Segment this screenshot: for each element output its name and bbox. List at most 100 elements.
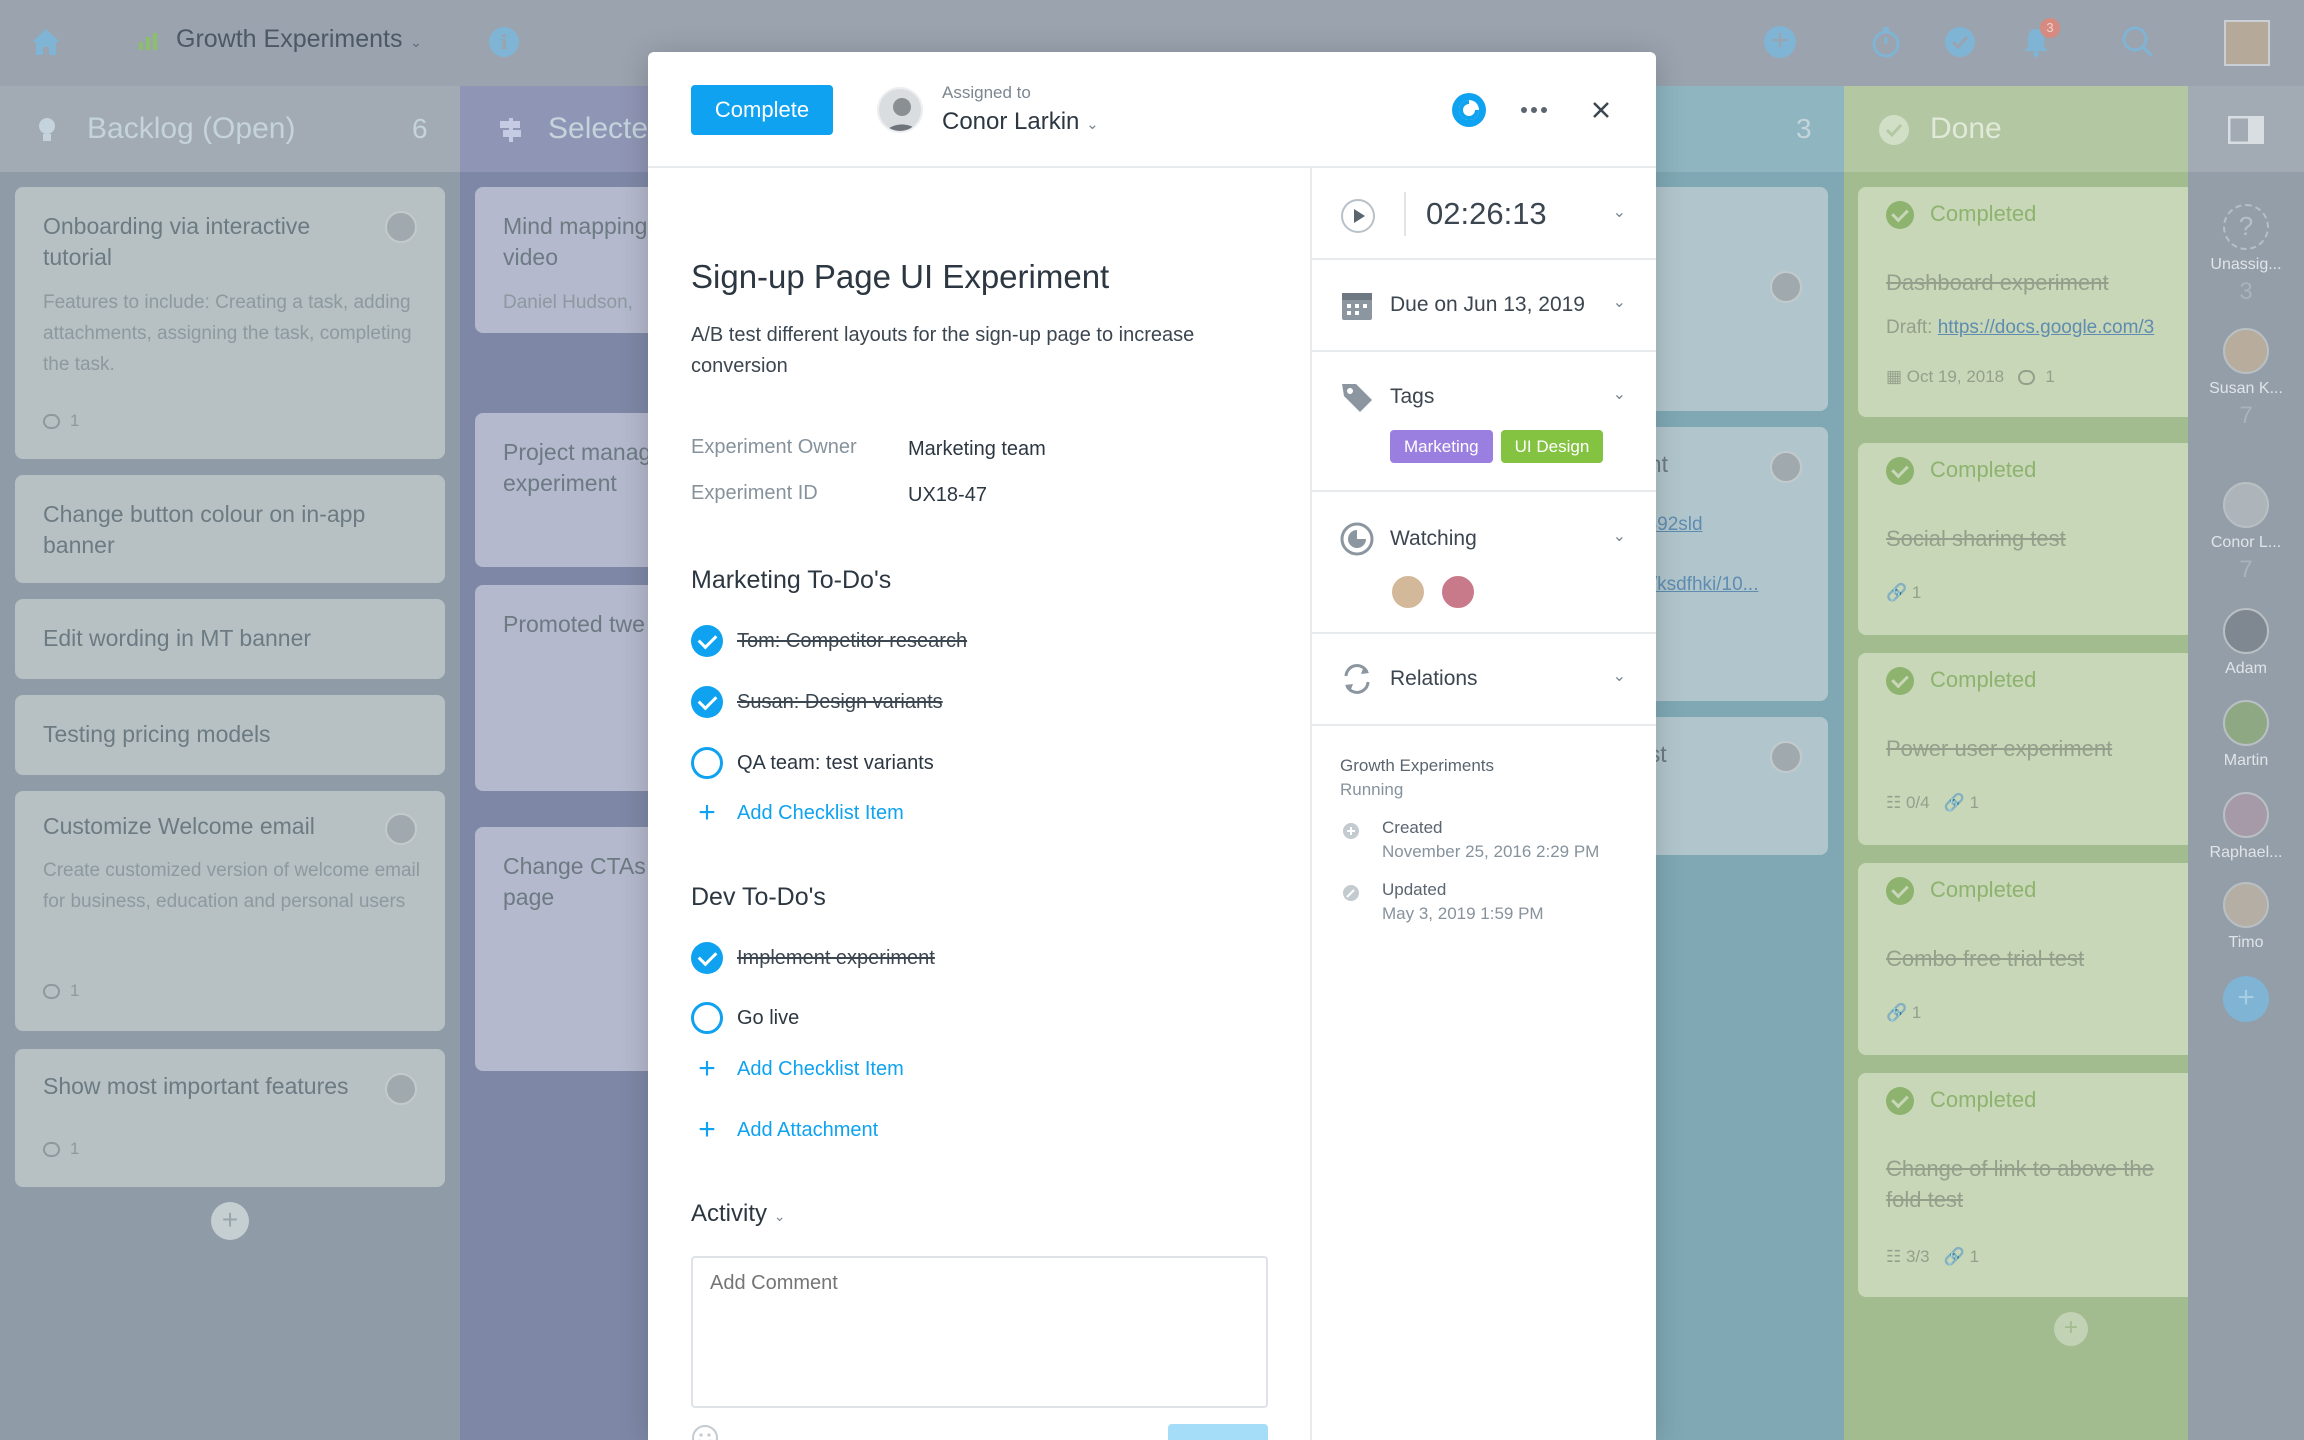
task-title[interactable]: Sign-up Page UI Experiment bbox=[691, 258, 1109, 296]
task-card[interactable]: Change button colour on in-app banner bbox=[15, 475, 445, 583]
checklist-item[interactable]: Susan: Design variants bbox=[691, 685, 943, 719]
home-icon[interactable] bbox=[26, 22, 66, 62]
task-sidebar: 02:26:13 ⌄ Due on Jun 13, 2019 ⌄ Tags ⌄ … bbox=[1310, 168, 1656, 1440]
assignee-avatar bbox=[1770, 741, 1802, 773]
task-card[interactable]: Onboarding via interactive tutorial Feat… bbox=[15, 187, 445, 459]
checklist-item[interactable]: QA team: test variants bbox=[691, 746, 934, 780]
assignee-dropdown[interactable]: Conor Larkin ⌄ bbox=[942, 108, 1099, 136]
checklist-heading[interactable]: Dev To-Do's bbox=[691, 883, 826, 912]
task-card[interactable]: Change CTAs page bbox=[475, 827, 665, 1071]
member-susan[interactable]: Susan K... 7 bbox=[2188, 328, 2304, 430]
chevron-down-icon: ⌄ bbox=[1086, 116, 1099, 133]
info-icon[interactable]: i bbox=[484, 22, 524, 62]
chevron-down-icon[interactable]: ⌄ bbox=[1613, 666, 1626, 686]
checkbox-checked[interactable] bbox=[691, 625, 723, 657]
member-timo[interactable]: Timo bbox=[2188, 882, 2304, 952]
checklist-item-text: QA team: test variants bbox=[737, 751, 934, 774]
field-value[interactable]: UX18-47 bbox=[908, 484, 987, 507]
field-value[interactable]: Marketing team bbox=[908, 438, 1046, 461]
completed-check-icon bbox=[1886, 201, 1914, 230]
checkbox-checked[interactable] bbox=[691, 942, 723, 974]
task-card[interactable]: Show most important features 1 bbox=[15, 1049, 445, 1187]
task-card[interactable]: Completed Combo free trial test 🔗 1 bbox=[1858, 863, 2194, 1055]
card-title: Change CTAs page bbox=[503, 853, 646, 910]
search-icon[interactable] bbox=[2118, 22, 2158, 62]
user-avatar[interactable] bbox=[2224, 20, 2270, 66]
panel-toggle-icon[interactable] bbox=[2227, 115, 2265, 149]
chevron-down-icon[interactable]: ⌄ bbox=[396, 22, 436, 62]
completed-check-icon bbox=[1886, 667, 1914, 696]
activity-dropdown[interactable]: Activity ⌄ bbox=[691, 1200, 785, 1228]
field-label: Experiment ID bbox=[691, 482, 818, 504]
task-card[interactable]: Promoted twe bbox=[475, 585, 665, 791]
emoji-icon[interactable] bbox=[691, 1424, 719, 1440]
assignee-avatar[interactable] bbox=[877, 87, 923, 133]
watcher-avatar[interactable] bbox=[1440, 574, 1476, 610]
add-member-button[interactable]: + bbox=[2188, 976, 2304, 1022]
card-description: Draft: https://docs.google.com/3 bbox=[1886, 317, 2155, 338]
comment-input[interactable] bbox=[691, 1256, 1268, 1408]
check-circle-icon[interactable] bbox=[1940, 22, 1980, 62]
task-card[interactable]: Project manag experiment bbox=[475, 413, 665, 567]
card-title: Change of link to above the fold test bbox=[1886, 1156, 2154, 1212]
member-martin[interactable]: Martin bbox=[2188, 700, 2304, 770]
timer-icon[interactable] bbox=[1866, 22, 1906, 62]
bell-icon[interactable]: 3 bbox=[2016, 18, 2060, 62]
add-icon[interactable]: + bbox=[1760, 22, 1800, 62]
project-name[interactable]: Growth Experiments bbox=[1340, 756, 1494, 776]
task-card[interactable]: Customize Welcome email Create customize… bbox=[15, 791, 445, 1031]
task-card[interactable]: Completed Dashboard experiment Draft: ht… bbox=[1858, 187, 2194, 417]
tag-ui-design[interactable]: UI Design bbox=[1500, 430, 1604, 463]
timer-value[interactable]: 02:26:13 bbox=[1426, 196, 1547, 232]
member-raphael[interactable]: Raphael... bbox=[2188, 792, 2304, 862]
column-header: Done bbox=[1844, 86, 2188, 172]
calendar-icon bbox=[1340, 288, 1374, 327]
chevron-down-icon[interactable]: ⌄ bbox=[1613, 526, 1626, 546]
draft-link[interactable]: https://docs.google.com/3 bbox=[1938, 317, 2155, 338]
complete-button[interactable]: Complete bbox=[691, 85, 833, 135]
task-description[interactable]: A/B test different layouts for the sign-… bbox=[691, 320, 1251, 382]
add-card-button[interactable]: + bbox=[2054, 1312, 2088, 1346]
relations-row[interactable]: Relations ⌄ bbox=[1312, 634, 1656, 726]
member-unassigned[interactable]: ? Unassig... 3 bbox=[2188, 204, 2304, 306]
say-it-button[interactable]: Say it bbox=[1168, 1424, 1268, 1440]
checklist-item[interactable]: Tom: Competitor research bbox=[691, 624, 967, 658]
chevron-down-icon[interactable]: ⌄ bbox=[1613, 384, 1626, 404]
task-card[interactable]: Testing pricing models bbox=[15, 695, 445, 775]
checklist-item[interactable]: Implement experiment bbox=[691, 941, 935, 975]
task-card[interactable]: Completed Social sharing test 🔗 1 bbox=[1858, 443, 2194, 635]
watch-icon[interactable] bbox=[1449, 90, 1489, 130]
member-name: Susan K... bbox=[2209, 380, 2283, 397]
play-icon[interactable] bbox=[1340, 198, 1376, 239]
task-card[interactable]: Mind mapping video Daniel Hudson, bbox=[475, 187, 665, 333]
task-card[interactable]: ent 3492sld m/ksdfhki/10... bbox=[1636, 427, 1828, 701]
watcher-avatar[interactable] bbox=[1390, 574, 1426, 610]
member-count: 3 bbox=[2239, 278, 2253, 305]
add-checklist-item-link[interactable]: + Add Checklist Item bbox=[691, 1054, 904, 1084]
more-options-icon[interactable] bbox=[1514, 90, 1554, 130]
add-attachment-link[interactable]: + Add Attachment bbox=[691, 1115, 878, 1145]
checklist-item-text: Tom: Competitor research bbox=[737, 629, 968, 652]
project-title[interactable]: Growth Experiments bbox=[176, 25, 402, 54]
checkbox-checked[interactable] bbox=[691, 686, 723, 718]
chevron-down-icon[interactable]: ⌄ bbox=[1613, 202, 1626, 222]
checkbox-unchecked[interactable] bbox=[691, 747, 723, 779]
task-card[interactable]: est bbox=[1636, 717, 1828, 855]
checkbox-unchecked[interactable] bbox=[691, 1002, 723, 1034]
member-adam[interactable]: Adam bbox=[2188, 608, 2304, 678]
add-card-button[interactable]: + bbox=[211, 1202, 249, 1240]
add-checklist-item-link[interactable]: + Add Checklist Item bbox=[691, 798, 904, 828]
due-date-row[interactable]: Due on Jun 13, 2019 ⌄ bbox=[1312, 260, 1656, 352]
member-conor[interactable]: Conor L... 7 bbox=[2188, 482, 2304, 584]
close-icon[interactable] bbox=[1581, 90, 1621, 130]
column-backlog: Backlog (Open) 6 Onboarding via interact… bbox=[0, 86, 460, 1440]
created-icon bbox=[1342, 822, 1360, 845]
task-card[interactable]: Completed Change of link to above the fo… bbox=[1858, 1073, 2194, 1297]
checklist-item[interactable]: Go live bbox=[691, 1001, 799, 1035]
checklist-heading[interactable]: Marketing To-Do's bbox=[691, 566, 891, 595]
task-card[interactable]: Completed Power user experiment ☷ 0/4 🔗 … bbox=[1858, 653, 2194, 845]
chevron-down-icon[interactable]: ⌄ bbox=[1613, 292, 1626, 312]
task-card[interactable]: Edit wording in MT banner bbox=[15, 599, 445, 679]
tag-marketing[interactable]: Marketing bbox=[1390, 430, 1493, 463]
task-card[interactable] bbox=[1636, 187, 1828, 411]
